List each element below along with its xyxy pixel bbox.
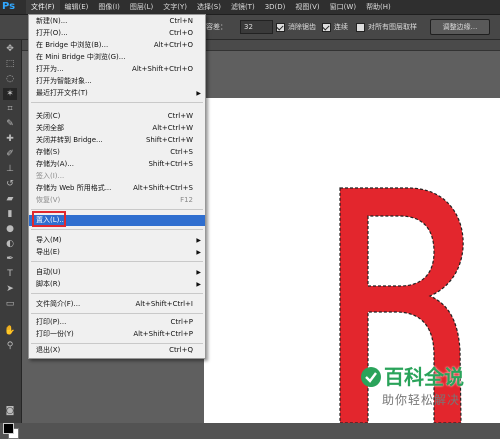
sample-all-label: 对所有图层取样 <box>368 23 417 31</box>
menu-window[interactable]: 窗口(W) <box>325 0 361 14</box>
photoshop-logo-icon: Ps <box>2 1 16 12</box>
menu-item-open-as[interactable]: 打开为... Alt+Shift+Ctrl+O <box>29 64 205 75</box>
menu-item-export[interactable]: 导出(E) ▶ <box>29 247 205 258</box>
menu-item-import[interactable]: 导入(M) ▶ <box>29 235 205 246</box>
menu-item-close[interactable]: 关闭(C) Ctrl+W <box>29 111 205 122</box>
menu-select[interactable]: 选择(S) <box>192 0 226 14</box>
type-tool-icon[interactable]: T <box>3 268 17 280</box>
contiguous-label: 连续 <box>334 23 348 31</box>
menu-item-scripts[interactable]: 脚本(R) ▶ <box>29 279 205 290</box>
watermark-logo-icon <box>361 367 381 387</box>
menu-item-save-as[interactable]: 存储为(A)... Shift+Ctrl+S <box>29 159 205 170</box>
move-tool-icon[interactable]: ✥ <box>3 43 17 55</box>
menu-3d[interactable]: 3D(D) <box>260 0 291 14</box>
menu-item-close-go-bridge[interactable]: 关闭并转到 Bridge... Shift+Ctrl+W <box>29 135 205 146</box>
menu-filter[interactable]: 滤镜(T) <box>226 0 260 14</box>
menu-separator <box>31 343 203 344</box>
menu-items: 文件(F) 编辑(E) 图像(I) 图层(L) 文字(Y) 选择(S) 滤镜(T… <box>26 0 396 14</box>
menu-item-open-smart-object[interactable]: 打开为智能对象... <box>29 76 205 87</box>
menu-item-save[interactable]: 存储(S) Ctrl+S <box>29 147 205 158</box>
submenu-arrow-icon: ▶ <box>196 249 201 256</box>
menu-item-close-all[interactable]: 关闭全部 Alt+Ctrl+W <box>29 123 205 134</box>
watermark: 百科全说 助你轻松解决 <box>360 364 500 423</box>
tolerance-input[interactable]: 32 <box>240 20 273 34</box>
menu-view[interactable]: 视图(V) <box>290 0 324 14</box>
menu-item-exit[interactable]: 退出(X) Ctrl+Q <box>29 345 205 356</box>
submenu-arrow-icon: ▶ <box>196 281 201 288</box>
lasso-tool-icon[interactable]: ◌ <box>3 73 17 85</box>
foreground-color-swatch[interactable] <box>3 423 14 434</box>
menu-file[interactable]: 文件(F) <box>26 0 60 14</box>
menu-item-browse-mini-bridge[interactable]: 在 Mini Bridge 中浏览(G)... <box>29 52 205 63</box>
shape-tool-icon[interactable]: ▭ <box>3 298 17 310</box>
tools-panel: ✥ ⬚ ◌ ✶ ⌗ ✎ ✚ ✐ ⊥ ↺ ▰ ▮ ● ◐ ✒ T ➤ ▭ ✋ ⚲ … <box>0 40 22 439</box>
submenu-arrow-icon: ▶ <box>196 90 201 97</box>
contiguous-checkbox[interactable] <box>322 22 331 32</box>
anti-alias-option[interactable]: 消除锯齿 <box>276 20 316 34</box>
zoom-tool-icon[interactable]: ⚲ <box>3 340 17 352</box>
hand-tool-icon[interactable]: ✋ <box>3 325 17 337</box>
contiguous-option[interactable]: 连续 <box>322 20 348 34</box>
menu-item-print-one-copy[interactable]: 打印一份(Y) Alt+Shift+Ctrl+P <box>29 329 205 340</box>
sample-all-option[interactable]: 对所有图层取样 <box>356 20 417 34</box>
menu-item-browse-bridge[interactable]: 在 Bridge 中浏览(B)... Alt+Ctrl+O <box>29 40 205 51</box>
menu-separator <box>31 293 203 294</box>
menu-separator <box>31 209 203 210</box>
stamp-tool-icon[interactable]: ⊥ <box>3 163 17 175</box>
marquee-tool-icon[interactable]: ⬚ <box>3 58 17 70</box>
gradient-tool-icon[interactable]: ▮ <box>3 208 17 220</box>
menu-separator <box>31 313 203 314</box>
path-selection-tool-icon[interactable]: ➤ <box>3 283 17 295</box>
anti-alias-label: 消除锯齿 <box>288 23 316 31</box>
sample-all-checkbox[interactable] <box>356 22 365 32</box>
pen-tool-icon[interactable]: ✒ <box>3 253 17 265</box>
history-brush-tool-icon[interactable]: ↺ <box>3 178 17 190</box>
anti-alias-checkbox[interactable] <box>276 22 285 32</box>
menu-edit[interactable]: 编辑(E) <box>60 0 94 14</box>
tolerance-label: 容差： <box>206 23 227 31</box>
menu-item-file-info[interactable]: 文件简介(F)... Alt+Shift+Ctrl+I <box>29 299 205 310</box>
brush-tool-icon[interactable]: ✐ <box>3 148 17 160</box>
menu-item-print[interactable]: 打印(P)... Ctrl+P <box>29 317 205 328</box>
eraser-tool-icon[interactable]: ▰ <box>3 193 17 205</box>
menu-item-save-for-web[interactable]: 存储为 Web 所用格式... Alt+Shift+Ctrl+S <box>29 183 205 194</box>
menu-separator <box>31 102 203 103</box>
refine-edge-button[interactable]: 调整边缘... <box>430 19 490 35</box>
healing-tool-icon[interactable]: ✚ <box>3 133 17 145</box>
submenu-arrow-icon: ▶ <box>196 269 201 276</box>
menu-help[interactable]: 帮助(H) <box>361 0 396 14</box>
menu-item-recent-files[interactable]: 最近打开文件(T) ▶ <box>29 88 205 99</box>
quick-mask-icon[interactable]: ◙ <box>3 405 17 417</box>
watermark-title: 百科全说 <box>384 365 464 389</box>
submenu-arrow-icon: ▶ <box>196 237 201 244</box>
menu-separator <box>31 261 203 262</box>
blur-tool-icon[interactable]: ● <box>3 223 17 235</box>
dodge-tool-icon[interactable]: ◐ <box>3 238 17 250</box>
menu-type[interactable]: 文字(Y) <box>158 0 192 14</box>
menu-bar: Ps 文件(F) 编辑(E) 图像(I) 图层(L) 文字(Y) 选择(S) 滤… <box>0 0 500 15</box>
eyedropper-tool-icon[interactable]: ✎ <box>3 118 17 130</box>
menu-item-automate[interactable]: 自动(U) ▶ <box>29 267 205 278</box>
file-menu-dropdown: 新建(N)... Ctrl+N 打开(O)... Ctrl+O 在 Bridge 中… <box>28 14 206 359</box>
annotation-highlight-box <box>32 211 66 227</box>
magic-wand-tool-icon[interactable]: ✶ <box>3 88 17 100</box>
menu-item-new[interactable]: 新建(N)... Ctrl+N <box>29 16 205 27</box>
menu-layer[interactable]: 图层(L) <box>125 0 158 14</box>
menu-separator <box>31 229 203 230</box>
menu-item-revert[interactable]: 恢复(V) F12 <box>29 195 205 206</box>
menu-item-check-in[interactable]: 签入(I)... <box>29 171 205 182</box>
crop-tool-icon[interactable]: ⌗ <box>3 103 17 115</box>
menu-image[interactable]: 图像(I) <box>93 0 125 14</box>
watermark-subtitle: 助你轻松解决 <box>382 393 461 407</box>
menu-item-open[interactable]: 打开(O)... Ctrl+O <box>29 28 205 39</box>
